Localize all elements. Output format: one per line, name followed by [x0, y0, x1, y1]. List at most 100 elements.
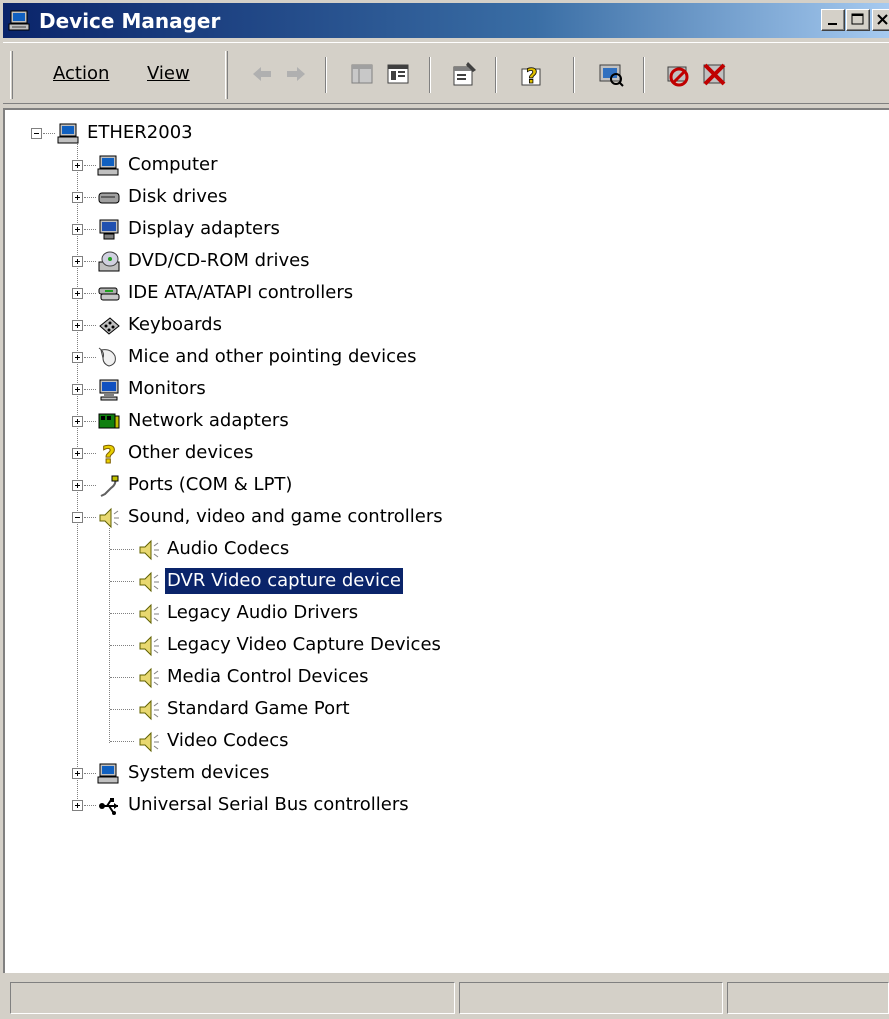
expand-toggle[interactable]: [72, 448, 83, 459]
menu-action[interactable]: Action: [53, 63, 109, 84]
uninstall-device-button[interactable]: [699, 59, 729, 89]
expand-toggle[interactable]: [72, 192, 83, 203]
port-icon: [100, 475, 119, 497]
tree-device-node[interactable]: Legacy Audio Drivers: [109, 600, 609, 626]
tree-device-node[interactable]: Standard Game Port: [109, 696, 609, 722]
scan-hardware-button[interactable]: [595, 59, 625, 89]
mouse-icon: [98, 347, 116, 367]
collapse-toggle[interactable]: [31, 128, 42, 139]
tree-connector: [84, 453, 96, 454]
selected-device-label: DVR Video capture device: [164, 567, 404, 595]
device-tree[interactable]: ETHER2003 Computer Disk drives Display ada…: [3, 108, 889, 973]
menu-view[interactable]: View: [147, 63, 190, 84]
expand-toggle[interactable]: [72, 288, 83, 299]
expand-toggle[interactable]: [72, 320, 83, 331]
tree-category-node[interactable]: Display adapters: [67, 216, 567, 242]
toolbar-separator: [573, 57, 575, 93]
toolbar-grip[interactable]: [10, 51, 13, 99]
tree-category-label: Other devices: [128, 442, 254, 463]
back-button[interactable]: [247, 59, 277, 89]
up-level-button[interactable]: [347, 59, 377, 89]
tree-category-label: Network adapters: [128, 410, 289, 431]
disable-device-button[interactable]: [663, 59, 693, 89]
tree-connector: [84, 389, 96, 390]
status-panel-2: [459, 982, 723, 1014]
tree-connector: [43, 133, 55, 134]
menu-view-label: View: [147, 63, 190, 84]
tree-connector: [110, 549, 134, 550]
expand-toggle[interactable]: [72, 352, 83, 363]
computer-icon: [97, 763, 119, 784]
show-hide-tree-icon: [351, 64, 373, 84]
tree-device-label: Video Codecs: [167, 730, 289, 751]
minimize-button[interactable]: [821, 9, 845, 31]
tree-category-node[interactable]: System devices: [67, 760, 567, 786]
expand-toggle[interactable]: [72, 800, 83, 811]
speaker-icon: [139, 667, 159, 689]
close-button[interactable]: [872, 9, 889, 31]
expand-toggle[interactable]: [72, 224, 83, 235]
tree-device-label: Legacy Video Capture Devices: [167, 634, 441, 655]
tree-connector: [84, 261, 96, 262]
speaker-icon: [139, 571, 159, 593]
forward-arrow-icon: [287, 67, 305, 81]
tree-category-node[interactable]: Mice and other pointing devices: [67, 344, 567, 370]
tree-connector: [110, 709, 134, 710]
speaker-icon: [139, 699, 159, 721]
tree-connector: [84, 517, 96, 518]
title-bar[interactable]: Device Manager: [3, 3, 889, 38]
properties-button[interactable]: [449, 59, 479, 89]
maximize-button[interactable]: [846, 9, 870, 31]
tree-category-node[interactable]: Network adapters: [67, 408, 567, 434]
tree-category-node[interactable]: Universal Serial Bus controllers: [67, 792, 567, 818]
status-panel-3: [727, 982, 889, 1014]
help-button[interactable]: ?: [516, 59, 546, 89]
show-hide-console-tree-button[interactable]: [383, 59, 413, 89]
tree-device-label: Media Control Devices: [167, 666, 369, 687]
tree-root-label: ETHER2003: [87, 122, 193, 143]
tree-device-node[interactable]: Media Control Devices: [109, 664, 609, 690]
tree-device-node[interactable]: Audio Codecs: [109, 536, 609, 562]
tree-device-node[interactable]: Legacy Video Capture Devices: [109, 632, 609, 658]
tree-category-node[interactable]: Sound, video and game controllers: [67, 504, 567, 530]
tree-device-node[interactable]: Video Codecs: [109, 728, 609, 754]
speaker-icon: [99, 507, 119, 529]
tree-category-node[interactable]: Monitors: [67, 376, 567, 402]
properties-icon: [453, 62, 476, 86]
display-adapter-icon: [99, 219, 119, 240]
expand-toggle[interactable]: [72, 256, 83, 267]
tree-connector: [110, 741, 134, 742]
status-panel-1: [10, 982, 455, 1014]
tree-category-label: Universal Serial Bus controllers: [128, 794, 409, 815]
tree-category-label: Display adapters: [128, 218, 280, 239]
tree-category-node[interactable]: DVD/CD-ROM drives: [67, 248, 567, 274]
tree-category-node[interactable]: Computer: [67, 152, 567, 178]
expand-toggle[interactable]: [72, 160, 83, 171]
status-bar: [3, 980, 889, 1016]
tree-category-node[interactable]: Keyboards: [67, 312, 567, 338]
expand-toggle[interactable]: [72, 384, 83, 395]
tree-category-label: Keyboards: [128, 314, 222, 335]
svg-text:?: ?: [102, 442, 116, 466]
expand-toggle[interactable]: [72, 480, 83, 491]
collapse-toggle[interactable]: [72, 512, 83, 523]
tree-category-node[interactable]: ? Other devices: [67, 440, 567, 466]
close-icon: [877, 14, 888, 25]
console-tree-icon: [387, 64, 409, 84]
help-icon: ?: [521, 64, 541, 88]
tree-category-node[interactable]: Disk drives: [67, 184, 567, 210]
forward-button[interactable]: [281, 59, 311, 89]
unknown-device-icon: ?: [102, 442, 117, 466]
expand-toggle[interactable]: [72, 416, 83, 427]
tree-category-node[interactable]: IDE ATA/ATAPI controllers: [67, 280, 567, 306]
tree-connector: [84, 421, 96, 422]
tree-connector: [84, 293, 96, 294]
expand-toggle[interactable]: [72, 768, 83, 779]
speaker-icon: [139, 603, 159, 625]
maximize-icon: [851, 13, 864, 25]
tree-device-node[interactable]: DVR Video capture device: [109, 567, 609, 595]
ide-controller-icon: [98, 287, 120, 301]
tree-root-node[interactable]: ETHER2003: [27, 120, 227, 146]
tree-category-node[interactable]: Ports (COM & LPT): [67, 472, 567, 498]
toolbar-grip[interactable]: [225, 51, 228, 99]
